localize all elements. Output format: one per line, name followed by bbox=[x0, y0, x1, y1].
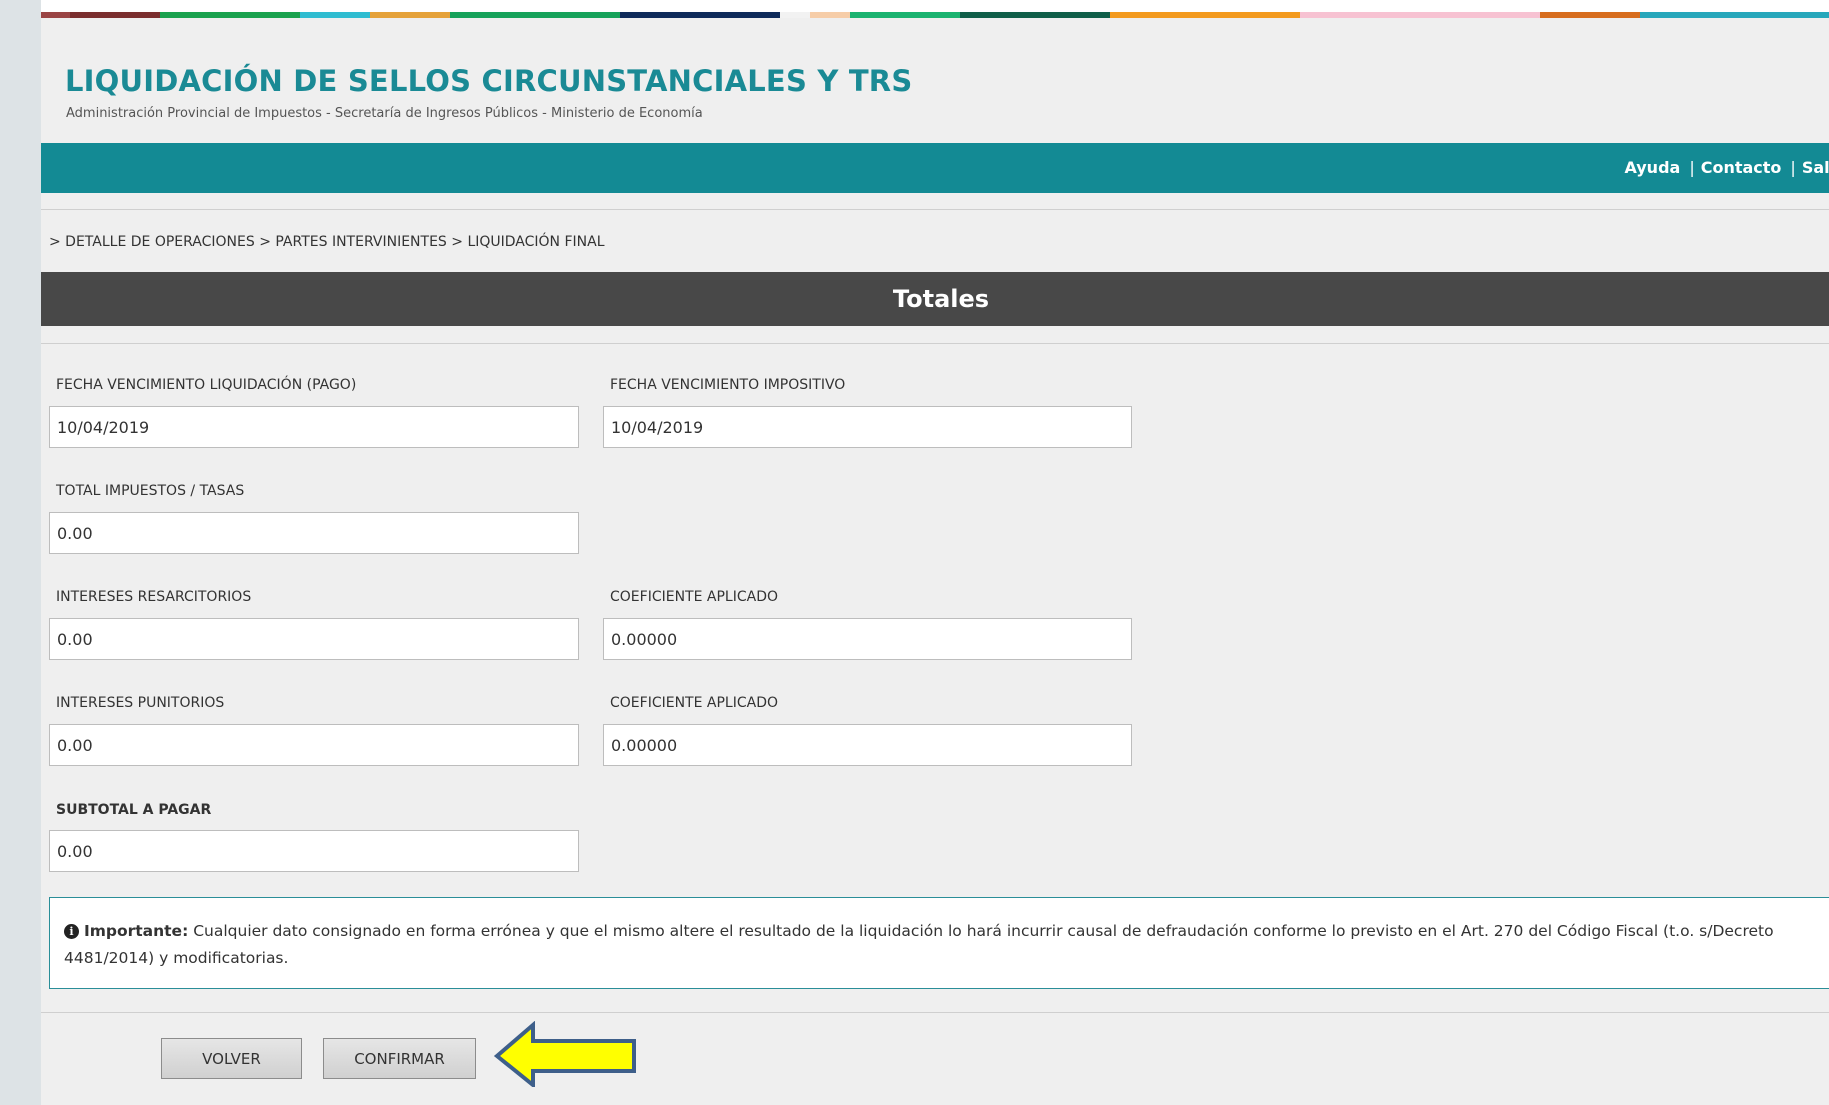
section-header: Totales bbox=[41, 272, 1829, 326]
coeficiente-punitorios-input[interactable] bbox=[603, 724, 1132, 766]
important-notice: i Importante: Cualquier dato consignado … bbox=[49, 897, 1829, 989]
yellow-arrow-left-icon bbox=[493, 1021, 636, 1087]
subtotal-a-pagar-label: SUBTOTAL A PAGAR bbox=[56, 802, 212, 818]
intereses-resarcitorios-label: INTERESES RESARCITORIOS bbox=[56, 589, 252, 605]
coeficiente-resarcitorios-label: COEFICIENTE APLICADO bbox=[610, 589, 778, 605]
fecha-vencimiento-impositivo-label: FECHA VENCIMIENTO IMPOSITIVO bbox=[610, 377, 846, 393]
section-title: Totales bbox=[892, 285, 990, 313]
nav-link-salir[interactable]: Salir bbox=[1802, 158, 1829, 177]
nav-links: Ayuda | Contacto | Salir bbox=[1624, 143, 1829, 193]
info-circle-icon: i bbox=[64, 924, 79, 939]
total-impuestos-input[interactable] bbox=[49, 512, 579, 554]
page-subtitle: Administración Provincial de Impuestos -… bbox=[66, 106, 703, 121]
intereses-punitorios-label: INTERESES PUNITORIOS bbox=[56, 695, 225, 711]
page-title: LIQUIDACIÓN DE SELLOS CIRCUNSTANCIALES Y… bbox=[65, 64, 913, 98]
nav-link-contacto[interactable]: Contacto bbox=[1701, 158, 1782, 177]
nav-separator: | bbox=[1689, 158, 1695, 177]
divider bbox=[41, 209, 1829, 210]
coeficiente-resarcitorios-input[interactable] bbox=[603, 618, 1132, 660]
intereses-resarcitorios-input[interactable] bbox=[49, 618, 579, 660]
top-nav-bar: Ayuda | Contacto | Salir bbox=[41, 143, 1829, 193]
divider bbox=[41, 1012, 1829, 1013]
left-margin bbox=[0, 0, 41, 1105]
notice-body: Cualquier dato consignado en forma errón… bbox=[64, 922, 1774, 967]
volver-button[interactable]: VOLVER bbox=[161, 1038, 302, 1079]
breadcrumb: > DETALLE DE OPERACIONES > PARTES INTERV… bbox=[49, 234, 605, 250]
subtotal-a-pagar-input[interactable] bbox=[49, 830, 579, 872]
fecha-vencimiento-liquidacion-label: FECHA VENCIMIENTO LIQUIDACIÓN (PAGO) bbox=[56, 377, 357, 393]
top-white-strip bbox=[0, 0, 1829, 12]
coeficiente-punitorios-label: COEFICIENTE APLICADO bbox=[610, 695, 778, 711]
confirmar-button[interactable]: CONFIRMAR bbox=[323, 1038, 476, 1079]
notice-text: i Importante: Cualquier dato consignado … bbox=[64, 918, 1804, 972]
total-impuestos-label: TOTAL IMPUESTOS / TASAS bbox=[56, 483, 245, 499]
fecha-vencimiento-impositivo-input[interactable] bbox=[603, 406, 1132, 448]
divider bbox=[41, 343, 1829, 344]
nav-link-ayuda[interactable]: Ayuda bbox=[1624, 158, 1680, 177]
nav-separator: | bbox=[1790, 158, 1796, 177]
intereses-punitorios-input[interactable] bbox=[49, 724, 579, 766]
notice-strong: Importante: bbox=[83, 922, 189, 940]
fecha-vencimiento-liquidacion-input[interactable] bbox=[49, 406, 579, 448]
